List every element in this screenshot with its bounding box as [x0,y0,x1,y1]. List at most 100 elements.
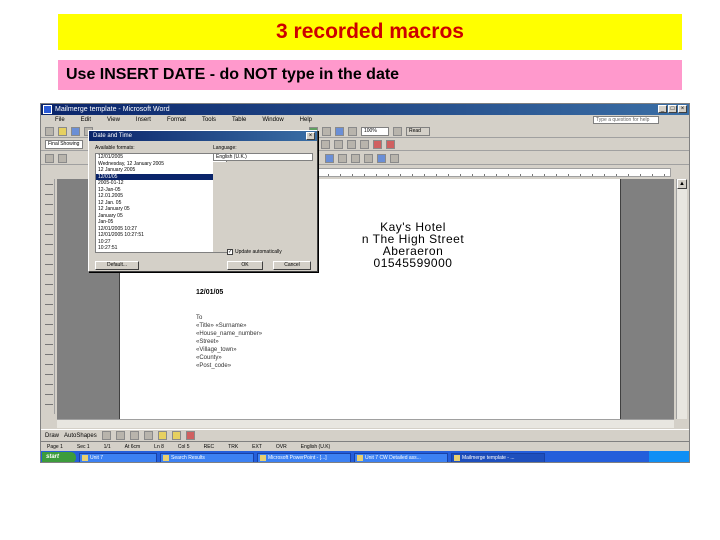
taskbar-item[interactable]: Search Results [160,452,254,462]
line-color-icon[interactable] [185,431,195,440]
status-field: Col 5 [177,443,190,450]
oval-icon[interactable] [143,431,153,440]
fill-color-icon[interactable] [171,431,181,440]
merge-field-line: «County» [196,355,222,361]
merge-to-doc-icon[interactable] [377,153,386,163]
minimize-button[interactable]: _ [658,105,667,113]
read-button[interactable]: Read [406,126,430,136]
first-record-icon[interactable] [338,153,347,163]
merge-field-line: «Post_code» [196,363,232,369]
line-icon[interactable] [101,431,111,440]
status-field: OVR [275,443,287,450]
highlight-icon[interactable] [373,139,382,149]
rectangle-icon[interactable] [129,431,139,440]
new-doc-icon[interactable] [45,126,54,136]
status-field: EXT [252,443,262,450]
dialog-title: Date and Time [93,133,133,139]
format-option[interactable]: 10:27:51 [96,245,226,252]
drawing-icon[interactable] [335,126,344,136]
status-field: TRK [228,443,239,450]
update-auto-label: Update automatically [235,249,282,255]
merge-field-line: «House_name_number» [196,331,263,337]
merge-fields: To «Title» «Surname» «House_name_number»… [196,314,262,370]
start-button[interactable]: start [42,452,76,462]
close-button[interactable]: × [678,105,687,113]
style-combo[interactable]: Final Showing [45,139,83,149]
status-field: REC [203,443,215,450]
taskbar-item[interactable]: Microsoft PowerPoint - [...] [257,452,351,462]
next-record-icon[interactable] [364,153,373,163]
system-tray [649,451,689,462]
numbering-icon[interactable] [360,139,369,149]
menu-item-window[interactable]: Window [262,117,283,123]
arrow-icon[interactable] [115,431,125,440]
formats-list[interactable]: 12/01/2005 Wednesday, 12 January 2005 12 J… [95,153,227,253]
window-title: Mailmerge template - Microsoft Word [55,106,170,113]
title-banner: 3 recorded macros [58,14,682,50]
letterhead: Kay's Hotel n The High Street Aberaeron … [328,221,498,269]
taskbar: start Unit 7 Search Results Microsoft Powe… [41,451,689,462]
letterhead-line: 01545599000 [373,256,453,270]
horizontal-scrollbar[interactable] [57,419,674,428]
font-color-icon[interactable] [386,139,395,149]
word-screenshot: Mailmerge template - Microsoft Word _ □ … [40,103,690,463]
menu-item-insert[interactable]: Insert [136,117,151,123]
window-title-bar: Mailmerge template - Microsoft Word _ □ … [41,104,689,115]
bullets-icon[interactable] [347,139,356,149]
dialog-title-bar: Date and Time × [89,131,317,141]
vertical-scrollbar[interactable]: ▲ [676,179,687,419]
menu-item-view[interactable]: View [107,117,120,123]
align-left-icon[interactable] [321,139,330,149]
menu-item-table[interactable]: Table [232,117,246,123]
default-button[interactable]: Default... [95,261,139,270]
dialog-close-icon[interactable]: × [306,132,315,140]
menu-item-help[interactable]: Help [300,117,312,123]
draw-menu[interactable]: Draw [45,433,59,439]
menu-bar: File Edit View Insert Format Tools Table Window… [41,115,689,125]
word-app-icon [43,105,52,114]
menu-item-tools[interactable]: Tools [202,117,216,123]
open-icon[interactable] [58,126,67,136]
language-select[interactable]: English (U.K.) [213,153,313,161]
taskbar-item[interactable]: Mailmerge template - ... [451,452,545,462]
taskbar-item[interactable]: Unit 7 [79,452,157,462]
open-source-icon[interactable] [58,153,67,163]
scroll-up-icon[interactable]: ▲ [677,179,687,189]
update-auto-checkbox[interactable]: ✓ [227,249,233,255]
autoshapes-menu[interactable]: AutoShapes [64,433,97,439]
help-icon[interactable] [393,126,402,136]
drawing-toolbar: Draw AutoShapes [41,429,689,441]
merge-field-line: «Title» «Surname» [196,323,247,329]
update-auto-row[interactable]: ✓ Update automatically [227,249,282,255]
merge-field-line: To [196,315,203,321]
ok-button[interactable]: OK [227,261,263,270]
merge-to-printer-icon[interactable] [390,153,399,163]
vertical-ruler [45,184,53,409]
cancel-button[interactable]: Cancel [273,261,311,270]
menu-item-format[interactable]: Format [167,117,186,123]
subtitle-banner: Use INSERT DATE - do NOT type in the dat… [58,60,682,90]
menu-item-edit[interactable]: Edit [81,117,91,123]
language-panel [213,162,313,252]
taskbar-item[interactable]: Unit 7 CW Detailed ass... [354,452,448,462]
merge-field-line: «Street» [196,339,219,345]
align-center-icon[interactable] [334,139,343,149]
status-bar: Page 1 Sec 1 1/1 At 6cm Ln 8 Col 5 REC TRK EXT OV… [41,441,689,451]
insert-field-icon[interactable] [325,153,334,163]
status-field: Ln 8 [154,443,164,450]
maximize-button[interactable]: □ [668,105,677,113]
status-field: English (U.K) [300,443,331,450]
previous-record-icon[interactable] [351,153,360,163]
slide-subtitle: Use INSERT DATE - do NOT type in the dat… [66,66,400,83]
menu-item-file[interactable]: File [55,117,65,123]
main-doc-icon[interactable] [45,153,54,163]
date-time-dialog: Date and Time × Available formats: Langu… [88,130,318,272]
merge-field-line: «Village_town» [196,347,237,353]
show-hide-icon[interactable] [348,126,357,136]
zoom-combo[interactable]: 100% [361,126,389,136]
columns-icon[interactable] [322,126,331,136]
save-icon[interactable] [71,126,80,136]
help-search-input[interactable]: Type a question for help [593,116,659,124]
inserted-date: 12/01/05 [196,289,224,296]
textbox-icon[interactable] [157,431,167,440]
